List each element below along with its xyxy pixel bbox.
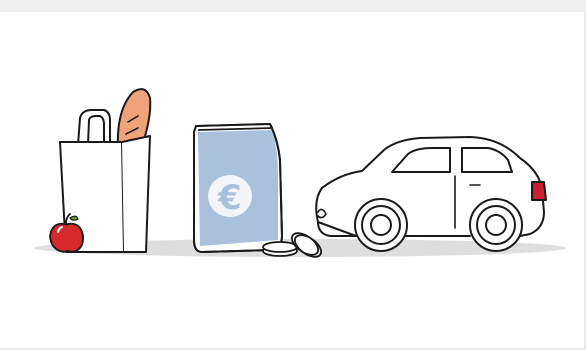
front-wheel-icon — [354, 198, 408, 252]
illustration-canvas: € — [34, 88, 566, 258]
money-pouch-icon: € — [193, 123, 283, 253]
taillight-icon — [531, 181, 547, 201]
euro-symbol: € — [217, 178, 242, 218]
rear-wheel-icon — [469, 198, 523, 252]
car-icon — [315, 136, 547, 252]
